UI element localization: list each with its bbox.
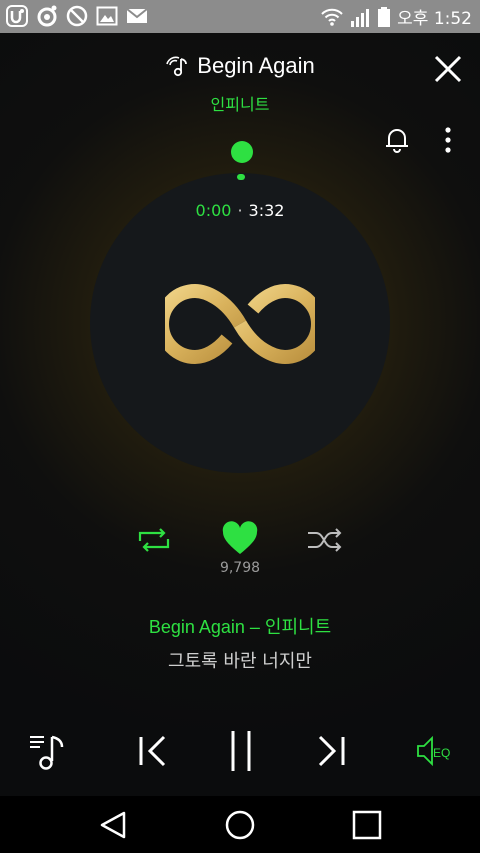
- pause-icon[interactable]: [228, 729, 254, 773]
- infinite-logo: [165, 283, 315, 365]
- eq-label: EQ: [433, 746, 450, 760]
- mail-icon: [126, 8, 148, 23]
- image-icon: [96, 6, 118, 26]
- time-separator: ·: [237, 201, 243, 220]
- wifi-icon: [321, 8, 343, 26]
- clock: 오후 1:52: [397, 9, 472, 29]
- notification-icons: [6, 5, 148, 27]
- repeat-icon[interactable]: [136, 525, 172, 555]
- progress-thumb[interactable]: [231, 141, 253, 163]
- like-count: 9,798: [219, 560, 261, 576]
- lyric-line[interactable]: 그토록 바란 너지만: [0, 647, 480, 673]
- current-time: 0:00: [195, 201, 232, 220]
- more-vertical-icon[interactable]: [440, 126, 456, 154]
- skip-next-icon[interactable]: [314, 733, 348, 769]
- equalizer-icon[interactable]: EQ: [416, 735, 458, 767]
- system-icons: 오후 1:52: [321, 4, 472, 29]
- total-time: 3:32: [248, 201, 285, 220]
- home-icon[interactable]: [224, 809, 256, 841]
- status-bar: 오후 1:52: [0, 0, 480, 33]
- song-title: Begin Again: [197, 53, 315, 78]
- time-display: 0:00 · 3:32: [0, 201, 480, 220]
- progress-marker: [237, 174, 245, 180]
- music-app-icon: [37, 5, 57, 27]
- music-note-signal-icon: [166, 56, 188, 77]
- do-not-disturb-icon: [66, 5, 88, 27]
- battery-icon: [378, 6, 391, 27]
- shuffle-icon[interactable]: [306, 525, 344, 555]
- bell-icon[interactable]: [383, 126, 411, 154]
- song-artist-line: Begin Again – 인피니트: [148, 617, 332, 637]
- skip-previous-icon[interactable]: [136, 733, 170, 769]
- system-nav-bar: [0, 796, 480, 853]
- close-icon[interactable]: [432, 53, 464, 85]
- signal-icon: [351, 8, 370, 27]
- u-plus-icon: [6, 5, 28, 27]
- playlist-icon[interactable]: [28, 731, 68, 771]
- artist-name[interactable]: 인피니트: [0, 91, 480, 115]
- now-playing-screen: Begin Again 인피니트 0:00 · 3:32 9,798 Begin…: [0, 33, 480, 796]
- song-title-row: Begin Again: [0, 53, 480, 81]
- heart-icon[interactable]: [221, 521, 259, 557]
- recent-apps-icon[interactable]: [352, 810, 382, 840]
- back-icon[interactable]: [98, 810, 128, 840]
